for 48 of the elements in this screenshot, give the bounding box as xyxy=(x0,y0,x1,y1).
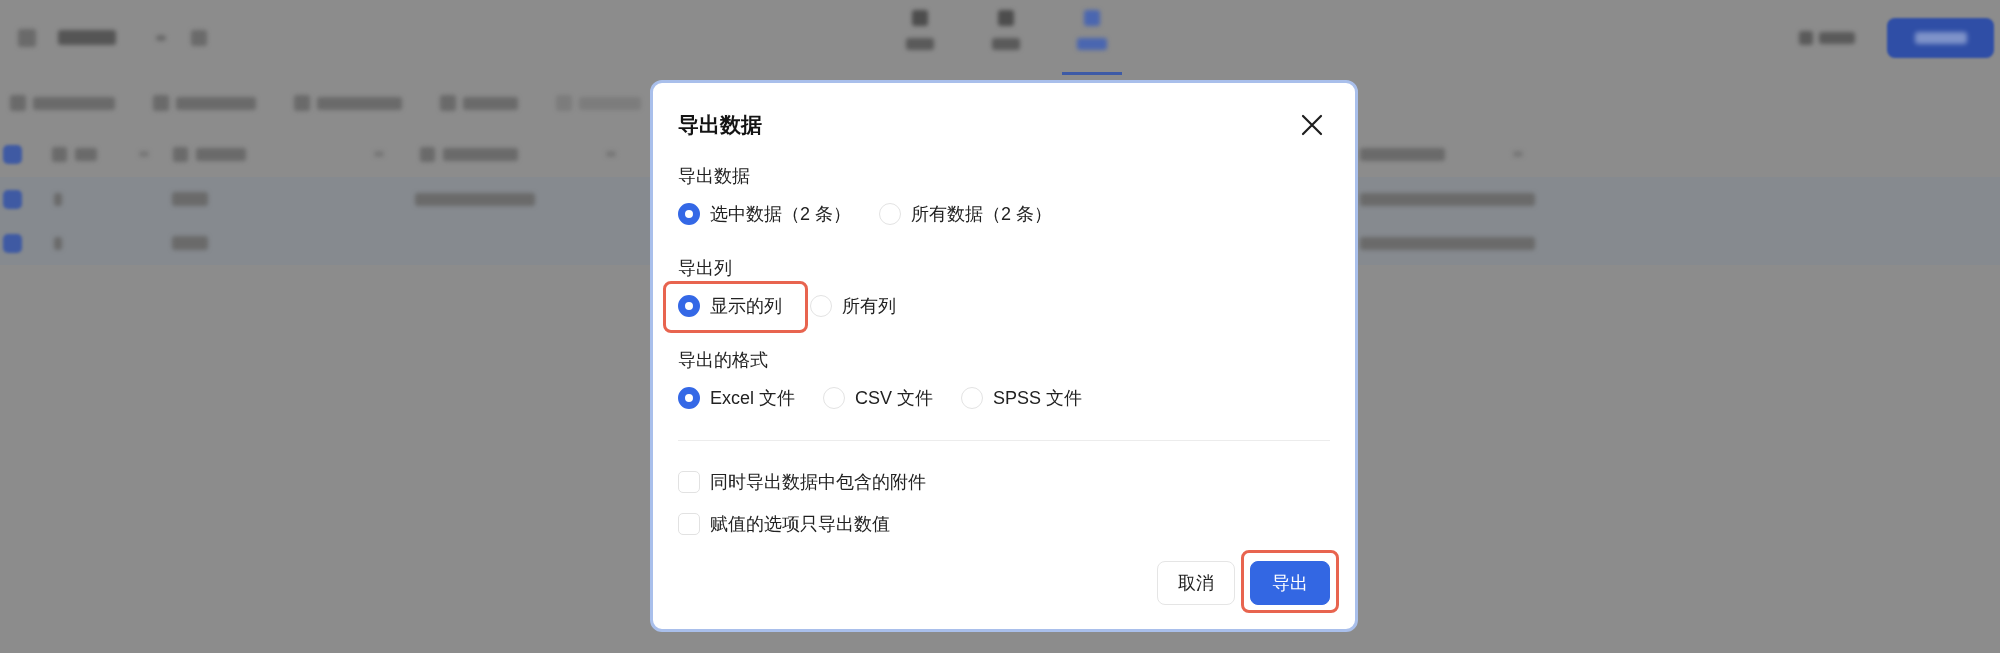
blurred-text xyxy=(992,38,1020,50)
radio-option[interactable]: 所有列 xyxy=(810,293,896,319)
blurred-text xyxy=(1819,31,1855,44)
blurred-text xyxy=(1077,38,1107,50)
blurred-icon xyxy=(912,10,928,26)
radio-option[interactable]: 显示的列 xyxy=(678,293,782,319)
blurred-icon xyxy=(10,95,26,111)
section-label: 导出数据 xyxy=(678,165,751,188)
blurred-icon xyxy=(1799,30,1813,45)
radio-option[interactable]: SPSS 文件 xyxy=(961,385,1083,411)
blurred-text xyxy=(58,30,116,45)
blurred-text xyxy=(1914,31,1967,44)
blurred-icon xyxy=(173,146,188,162)
blurred-text xyxy=(75,147,97,161)
blurred-icon xyxy=(18,28,36,47)
export-button[interactable]: 导出 xyxy=(1250,561,1330,605)
dialog-title: 导出数据 xyxy=(678,112,762,138)
close-icon xyxy=(1300,113,1324,137)
radio-option[interactable]: 所有数据（2 条） xyxy=(879,201,1053,227)
blurred-text xyxy=(172,192,208,206)
blurred-text xyxy=(463,96,518,110)
blurred-text xyxy=(906,38,934,50)
radio-option[interactable]: CSV 文件 xyxy=(823,385,934,411)
row-checkbox[interactable] xyxy=(3,189,22,209)
blurred-icon xyxy=(153,95,169,111)
cancel-button[interactable]: 取消 xyxy=(1157,561,1235,605)
blurred-text xyxy=(54,236,62,250)
blurred-icon xyxy=(156,34,166,41)
section-label: 导出的格式 xyxy=(678,349,769,372)
blurred-text xyxy=(172,236,208,250)
close-button[interactable] xyxy=(1300,113,1324,137)
header-button[interactable] xyxy=(1887,17,1994,58)
blurred-icon xyxy=(52,146,67,162)
blurred-icon xyxy=(1084,10,1100,26)
checkbox-option[interactable]: 赋值的选项只导出数值 xyxy=(678,511,890,537)
blurred-icon xyxy=(191,29,207,46)
blurred-text xyxy=(196,147,246,161)
section-label: 导出列 xyxy=(678,257,733,280)
row-checkbox[interactable] xyxy=(3,144,22,164)
checkbox-option[interactable]: 同时导出数据中包含的附件 xyxy=(678,469,926,495)
row-checkbox[interactable] xyxy=(3,233,22,253)
blurred-icon xyxy=(998,10,1014,26)
blurred-icon xyxy=(294,95,310,111)
blurred-text xyxy=(54,192,62,206)
blurred-icon xyxy=(440,95,456,111)
radio-option[interactable]: 选中数据（2 条） xyxy=(678,201,851,227)
radio-option[interactable]: Excel 文件 xyxy=(678,385,796,411)
blurred-icon xyxy=(420,146,435,162)
